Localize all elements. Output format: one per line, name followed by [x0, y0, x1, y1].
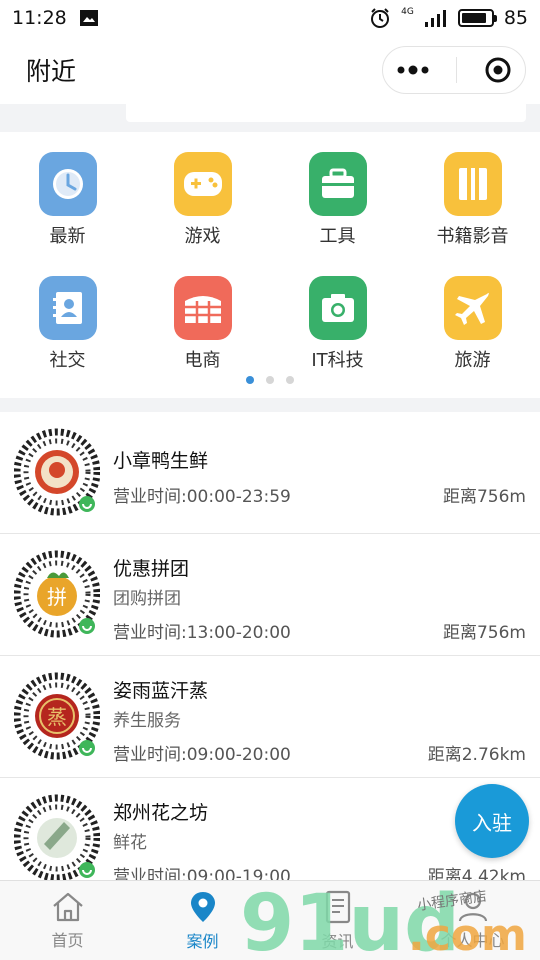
network-label: 4G — [401, 7, 414, 17]
carousel-pager — [0, 376, 540, 384]
pager-dot[interactable] — [286, 376, 294, 384]
store-category: 鲜花 — [113, 833, 147, 853]
category-label: 旅游 — [454, 350, 491, 371]
nav-bar: 附近 — [0, 36, 540, 104]
search-input[interactable] — [126, 104, 526, 122]
pager-dot-active[interactable] — [246, 376, 254, 384]
category-item[interactable]: 电商 — [135, 276, 270, 372]
mini-program-code-icon: 拼 — [14, 550, 100, 638]
store-name: 姿雨蓝汗蒸 — [113, 680, 209, 702]
store-list-item[interactable]: 小章鸭生鲜 营业时间:00:00-23:59 距离756m — [0, 412, 540, 534]
pager-dot[interactable] — [266, 376, 274, 384]
store-distance: 距离756m — [442, 487, 526, 507]
store-hours: 营业时间:09:00-20:00 — [113, 745, 291, 765]
mini-program-code-icon — [14, 428, 100, 516]
store-name: 优惠拼团 — [113, 558, 190, 580]
search-strip — [0, 104, 540, 132]
category-item[interactable]: 旅游 — [405, 276, 540, 372]
home-icon — [52, 892, 83, 921]
store-list-item[interactable]: 蒸 姿雨蓝汗蒸 养生服务 营业时间:09:00-20:00 距离2.76km — [0, 656, 540, 778]
user-icon — [458, 892, 487, 921]
category-label: IT科技 — [311, 350, 364, 371]
gamepad-icon — [173, 152, 232, 216]
camera-icon — [308, 276, 367, 340]
mini-program-code-icon — [14, 794, 100, 882]
book-icon — [443, 152, 502, 216]
tab-news[interactable]: 资讯 — [270, 881, 405, 960]
category-item[interactable]: 书籍影音 — [405, 152, 540, 248]
category-label: 电商 — [184, 350, 221, 371]
status-time: 11:28 — [12, 7, 67, 29]
category-item[interactable]: IT科技 — [270, 276, 405, 372]
svg-text:蒸: 蒸 — [47, 705, 67, 729]
store-list-item[interactable]: 拼 优惠拼团 团购拼团 营业时间:13:00-20:00 距离756m — [0, 534, 540, 656]
store-name: 小章鸭生鲜 — [113, 450, 209, 472]
battery-level: 85 — [503, 7, 528, 29]
join-button[interactable]: 入驻 — [455, 784, 529, 858]
category-label: 最新 — [49, 226, 86, 247]
category-label: 书籍影音 — [436, 226, 509, 247]
toolbox-icon — [308, 152, 367, 216]
section-divider — [0, 398, 540, 412]
tab-label: 首页 — [51, 930, 84, 950]
category-item[interactable]: 工具 — [270, 152, 405, 248]
signal-icon — [424, 10, 446, 27]
tab-cases[interactable]: 案例 — [135, 881, 270, 960]
mini-program-code-icon: 蒸 — [14, 672, 100, 760]
more-menu-icon[interactable] — [396, 64, 430, 76]
location-pin-icon — [190, 891, 215, 922]
category-item[interactable]: 游戏 — [135, 152, 270, 248]
category-label: 工具 — [319, 226, 356, 247]
battery-icon — [457, 9, 497, 27]
alarm-icon — [371, 8, 390, 28]
contacts-icon — [38, 276, 97, 340]
category-label: 社交 — [49, 350, 86, 371]
mini-program-capsule — [382, 46, 526, 94]
tab-label: 个人中心 — [440, 930, 505, 950]
store-icon — [173, 276, 232, 340]
close-mini-program-icon[interactable] — [484, 56, 512, 84]
store-hours: 营业时间:13:00-20:00 — [113, 623, 291, 643]
tab-profile[interactable]: 个人中心 — [405, 881, 540, 960]
store-hours: 营业时间:00:00-23:59 — [113, 487, 291, 507]
category-panel: 最新 游戏 工具 书籍影音 社交 电商 IT科技 旅游 — [0, 132, 540, 398]
category-item[interactable]: 社交 — [0, 276, 135, 372]
svg-text:拼: 拼 — [47, 585, 67, 609]
category-label: 游戏 — [184, 226, 221, 247]
store-category: 团购拼团 — [113, 589, 181, 609]
tab-label: 案例 — [186, 931, 219, 951]
store-category: 养生服务 — [113, 711, 181, 731]
category-item[interactable]: 最新 — [0, 152, 135, 248]
document-icon — [325, 890, 350, 923]
tab-home[interactable]: 首页 — [0, 881, 135, 960]
store-distance: 距离756m — [442, 623, 526, 643]
page-title: 附近 — [26, 57, 77, 86]
store-distance: 距离2.76km — [427, 745, 526, 765]
store-name: 郑州花之坊 — [113, 802, 209, 824]
clock-icon — [38, 152, 97, 216]
status-bar: 11:28 4G 85 — [0, 0, 540, 36]
airplane-icon — [443, 276, 502, 340]
tab-bar: 首页 案例 资讯 个人中心 — [0, 880, 540, 960]
tab-label: 资讯 — [321, 931, 354, 951]
image-notification-icon — [79, 10, 98, 26]
